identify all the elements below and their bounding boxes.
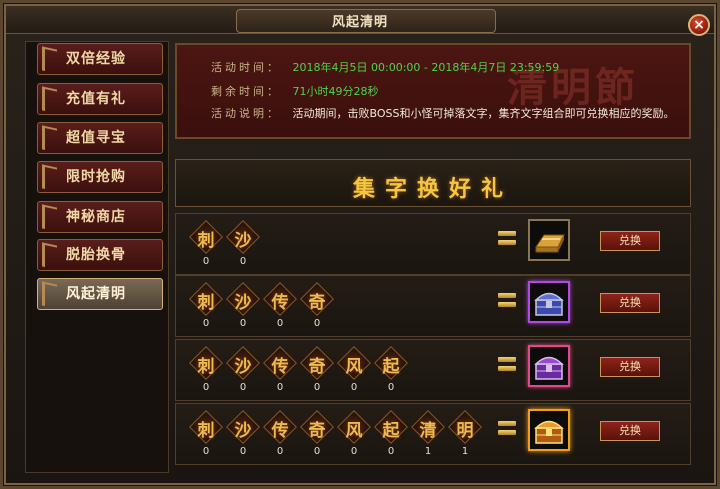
word-token: 沙 bbox=[226, 346, 260, 380]
activity-time-value: 2018年4月5日 00:00:00 - 2018年4月7日 23:59:59 bbox=[292, 61, 560, 74]
exchange-row: 刺 0 沙 0 传 0 奇 0 风 0 起 0 兑换 bbox=[175, 339, 691, 401]
exchange-row: 刺 0 沙 0 传 0 奇 0 风 0 起 0 清 1 明 1 兑换 bbox=[175, 403, 691, 465]
equals-icon bbox=[498, 354, 516, 374]
exchange-button[interactable]: 兑换 bbox=[600, 421, 660, 441]
word-token: 奇 bbox=[300, 410, 334, 444]
activity-time-label: 活动时间： bbox=[211, 61, 281, 74]
event-info-banner: 清明節 活动时间： 2018年4月5日 00:00:00 - 2018年4月7日… bbox=[175, 43, 691, 139]
word-character: 刺 bbox=[197, 421, 215, 441]
word-count: 0 bbox=[313, 446, 321, 457]
word-character: 风 bbox=[345, 421, 363, 441]
remaining-time-row: 剩余时间： 71小时49分28秒 bbox=[211, 83, 379, 99]
word-token: 刺 bbox=[189, 410, 223, 444]
word-count: 0 bbox=[202, 446, 210, 457]
word-token: 起 bbox=[374, 346, 408, 380]
activity-desc-label: 活动说明： bbox=[211, 107, 281, 120]
word-character: 传 bbox=[271, 293, 289, 313]
event-window: 风起清明 × 双倍经验 充值有礼 超值寻宝 限时抢购 神秘商店 脱胎换骨 风起清明 清明節 … bbox=[0, 0, 720, 489]
section-header: 集字换好礼 bbox=[175, 159, 691, 207]
golden-chest-icon[interactable] bbox=[528, 409, 570, 451]
word-character: 沙 bbox=[234, 231, 252, 251]
section-title: 集字换好礼 bbox=[352, 176, 513, 202]
word-token: 风 bbox=[337, 346, 371, 380]
word-token: 刺 bbox=[189, 282, 223, 316]
word-token: 明 bbox=[448, 410, 482, 444]
sidebar-item-5[interactable]: 神秘商店 bbox=[37, 201, 163, 233]
word-character: 刺 bbox=[197, 357, 215, 377]
activity-desc-value: 活动期间，击败BOSS和小怪可掉落文字，集齐文字组合即可兑换相应的奖励。 bbox=[292, 107, 675, 120]
sidebar-item-6[interactable]: 脱胎换骨 bbox=[37, 239, 163, 271]
word-count: 0 bbox=[313, 382, 321, 393]
word-count: 0 bbox=[387, 446, 395, 457]
word-count: 0 bbox=[276, 382, 284, 393]
word-count: 0 bbox=[313, 318, 321, 329]
word-character: 风 bbox=[345, 357, 363, 377]
remaining-time-label: 剩余时间： bbox=[211, 85, 281, 98]
sidebar-item-3[interactable]: 超值寻宝 bbox=[37, 122, 163, 154]
word-character: 刺 bbox=[197, 293, 215, 313]
close-button[interactable]: × bbox=[688, 14, 710, 36]
word-count: 0 bbox=[202, 318, 210, 329]
word-count: 0 bbox=[239, 446, 247, 457]
exchange-button[interactable]: 兑换 bbox=[600, 231, 660, 251]
word-count: 0 bbox=[239, 256, 247, 267]
word-count: 0 bbox=[276, 318, 284, 329]
word-character: 奇 bbox=[308, 421, 326, 441]
word-character: 清 bbox=[419, 421, 437, 441]
word-token: 传 bbox=[263, 346, 297, 380]
word-token: 奇 bbox=[300, 346, 334, 380]
word-count: 0 bbox=[202, 256, 210, 267]
word-token: 沙 bbox=[226, 410, 260, 444]
word-count: 0 bbox=[239, 382, 247, 393]
word-character: 传 bbox=[271, 421, 289, 441]
word-count: 0 bbox=[239, 318, 247, 329]
word-count: 1 bbox=[461, 446, 469, 457]
exchange-row: 刺 0 沙 0 传 0 奇 0 兑换 bbox=[175, 275, 691, 337]
sidebar-item-7[interactable]: 风起清明 bbox=[37, 278, 163, 310]
activity-time-row: 活动时间： 2018年4月5日 00:00:00 - 2018年4月7日 23:… bbox=[211, 59, 559, 75]
word-token: 起 bbox=[374, 410, 408, 444]
sidebar-item-4[interactable]: 限时抢购 bbox=[37, 161, 163, 193]
equals-icon bbox=[498, 418, 516, 438]
exchange-button[interactable]: 兑换 bbox=[600, 357, 660, 377]
word-count: 0 bbox=[276, 446, 284, 457]
word-token: 清 bbox=[411, 410, 445, 444]
equals-icon bbox=[498, 228, 516, 248]
word-token: 沙 bbox=[226, 220, 260, 254]
word-character: 传 bbox=[271, 357, 289, 377]
word-character: 起 bbox=[382, 357, 400, 377]
word-character: 沙 bbox=[234, 421, 252, 441]
remaining-time-value: 71小时49分28秒 bbox=[292, 85, 379, 98]
word-character: 沙 bbox=[234, 293, 252, 313]
word-token: 沙 bbox=[226, 282, 260, 316]
word-token: 传 bbox=[263, 282, 297, 316]
word-character: 沙 bbox=[234, 357, 252, 377]
word-count: 0 bbox=[387, 382, 395, 393]
word-count: 0 bbox=[350, 382, 358, 393]
word-count: 1 bbox=[424, 446, 432, 457]
word-token: 刺 bbox=[189, 220, 223, 254]
word-character: 奇 bbox=[308, 357, 326, 377]
word-character: 刺 bbox=[197, 231, 215, 251]
exchange-row: 刺 0 沙 0 兑换 bbox=[175, 213, 691, 275]
word-character: 起 bbox=[382, 421, 400, 441]
sidebar-item-2[interactable]: 充值有礼 bbox=[37, 83, 163, 115]
gold-bar-icon[interactable] bbox=[528, 219, 570, 261]
word-token: 风 bbox=[337, 410, 371, 444]
word-count: 0 bbox=[350, 446, 358, 457]
word-token: 奇 bbox=[300, 282, 334, 316]
sidebar-item-1[interactable]: 双倍经验 bbox=[37, 43, 163, 75]
word-count: 0 bbox=[202, 382, 210, 393]
equals-icon bbox=[498, 290, 516, 310]
purple-chest-icon[interactable] bbox=[528, 345, 570, 387]
exchange-button[interactable]: 兑换 bbox=[600, 293, 660, 313]
word-token: 刺 bbox=[189, 346, 223, 380]
word-character: 奇 bbox=[308, 293, 326, 313]
blue-chest-icon[interactable] bbox=[528, 281, 570, 323]
word-character: 明 bbox=[456, 421, 474, 441]
activity-desc-row: 活动说明： 活动期间，击败BOSS和小怪可掉落文字，集齐文字组合即可兑换相应的奖… bbox=[211, 105, 674, 121]
word-token: 传 bbox=[263, 410, 297, 444]
window-title: 风起清明 bbox=[331, 15, 388, 30]
